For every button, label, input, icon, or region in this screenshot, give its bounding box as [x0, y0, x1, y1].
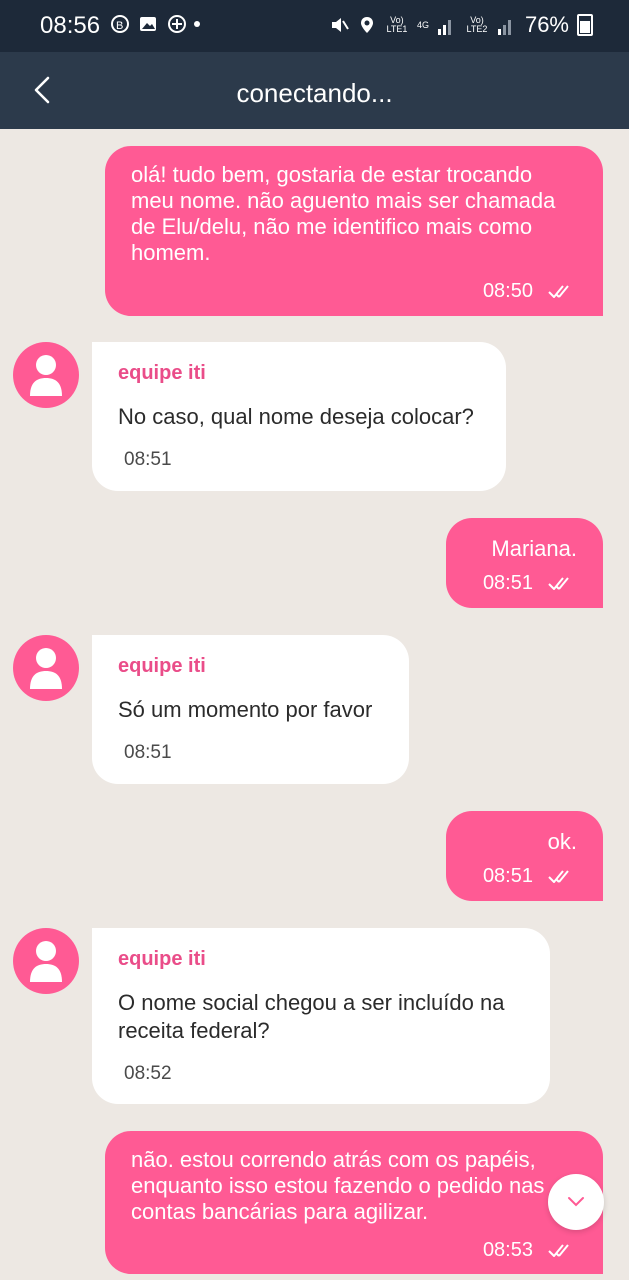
message-time: 08:50 [482, 280, 533, 302]
message-meta: 08:53 [131, 1237, 577, 1263]
avatar [13, 635, 79, 701]
message-outgoing: não. estou correndo atrás com os papéis,… [105, 1131, 603, 1274]
user-icon [30, 648, 62, 689]
signal-icon-2 [497, 15, 517, 35]
message-text: olá! tudo bem, gostaria de estar trocand… [131, 162, 556, 265]
double-check-icon [548, 577, 569, 590]
location-icon [357, 15, 377, 35]
message-text: não. estou correndo atrás com os papéis,… [131, 1147, 545, 1224]
message-text: Só um momento por favor [118, 697, 373, 722]
message-outgoing: ok. 08:51 [446, 811, 603, 901]
chat-title: conectando... [236, 78, 393, 108]
message-meta: 08:51 [472, 863, 577, 889]
network-type: 4G [416, 19, 429, 30]
message-time: 08:51 [124, 742, 172, 763]
app-icon [166, 14, 186, 34]
message-outgoing: Mariana. 08:51 [446, 518, 603, 608]
double-check-icon [548, 870, 569, 883]
b-icon: B [110, 14, 130, 34]
battery-icon [577, 14, 593, 36]
signal-icon-1 [437, 15, 457, 35]
gallery-icon [138, 14, 158, 34]
dot-icon [194, 21, 200, 27]
message-incoming: equipe iti O nome social chegou a ser in… [92, 928, 550, 1104]
user-icon [30, 941, 62, 982]
message-meta: 08:51 [472, 570, 577, 596]
message-sender: equipe iti [118, 655, 206, 677]
message-time: 08:52 [124, 1063, 172, 1084]
message-text: Mariana. [491, 536, 577, 561]
avatar [13, 928, 79, 994]
message-sender: equipe iti [118, 362, 206, 384]
message-time: 08:51 [124, 449, 172, 470]
user-icon [30, 355, 62, 396]
svg-text:B: B [116, 20, 123, 32]
battery-percent: 76% [524, 12, 569, 37]
message-incoming: equipe iti No caso, qual nome deseja col… [92, 342, 506, 491]
message-text: ok. [547, 829, 577, 854]
double-check-icon [548, 1244, 569, 1257]
avatar [13, 342, 79, 408]
status-time: 08:56 [40, 12, 101, 39]
message-text: No caso, qual nome deseja colocar? [118, 404, 474, 429]
message-time: 08:51 [482, 572, 533, 594]
message-time: 08:51 [482, 865, 533, 887]
message-incoming: equipe iti Só um momento por favor 08:51 [92, 635, 409, 784]
scroll-to-bottom-button[interactable] [548, 1174, 604, 1230]
status-bar: 08:56 B Vo) LTE1 4G Vo) LTE2 76% [0, 0, 629, 52]
mute-icon [329, 15, 349, 35]
message-meta: 08:50 [131, 278, 577, 304]
message-time: 08:53 [482, 1239, 533, 1261]
sim1-label: Vo) LTE1 [386, 15, 408, 34]
system-icons: Vo) LTE1 4G Vo) LTE2 76% [329, 12, 593, 38]
message-sender: equipe iti [118, 948, 206, 970]
message-outgoing: olá! tudo bem, gostaria de estar trocand… [105, 146, 603, 316]
sim2-label: Vo) LTE2 [466, 15, 488, 34]
chevron-down-icon [568, 1197, 584, 1207]
notification-icons: B [110, 14, 200, 34]
chat-header: conectando... [0, 52, 629, 129]
message-text: O nome social chegou a ser incluído na r… [118, 990, 505, 1043]
double-check-icon [548, 285, 569, 298]
